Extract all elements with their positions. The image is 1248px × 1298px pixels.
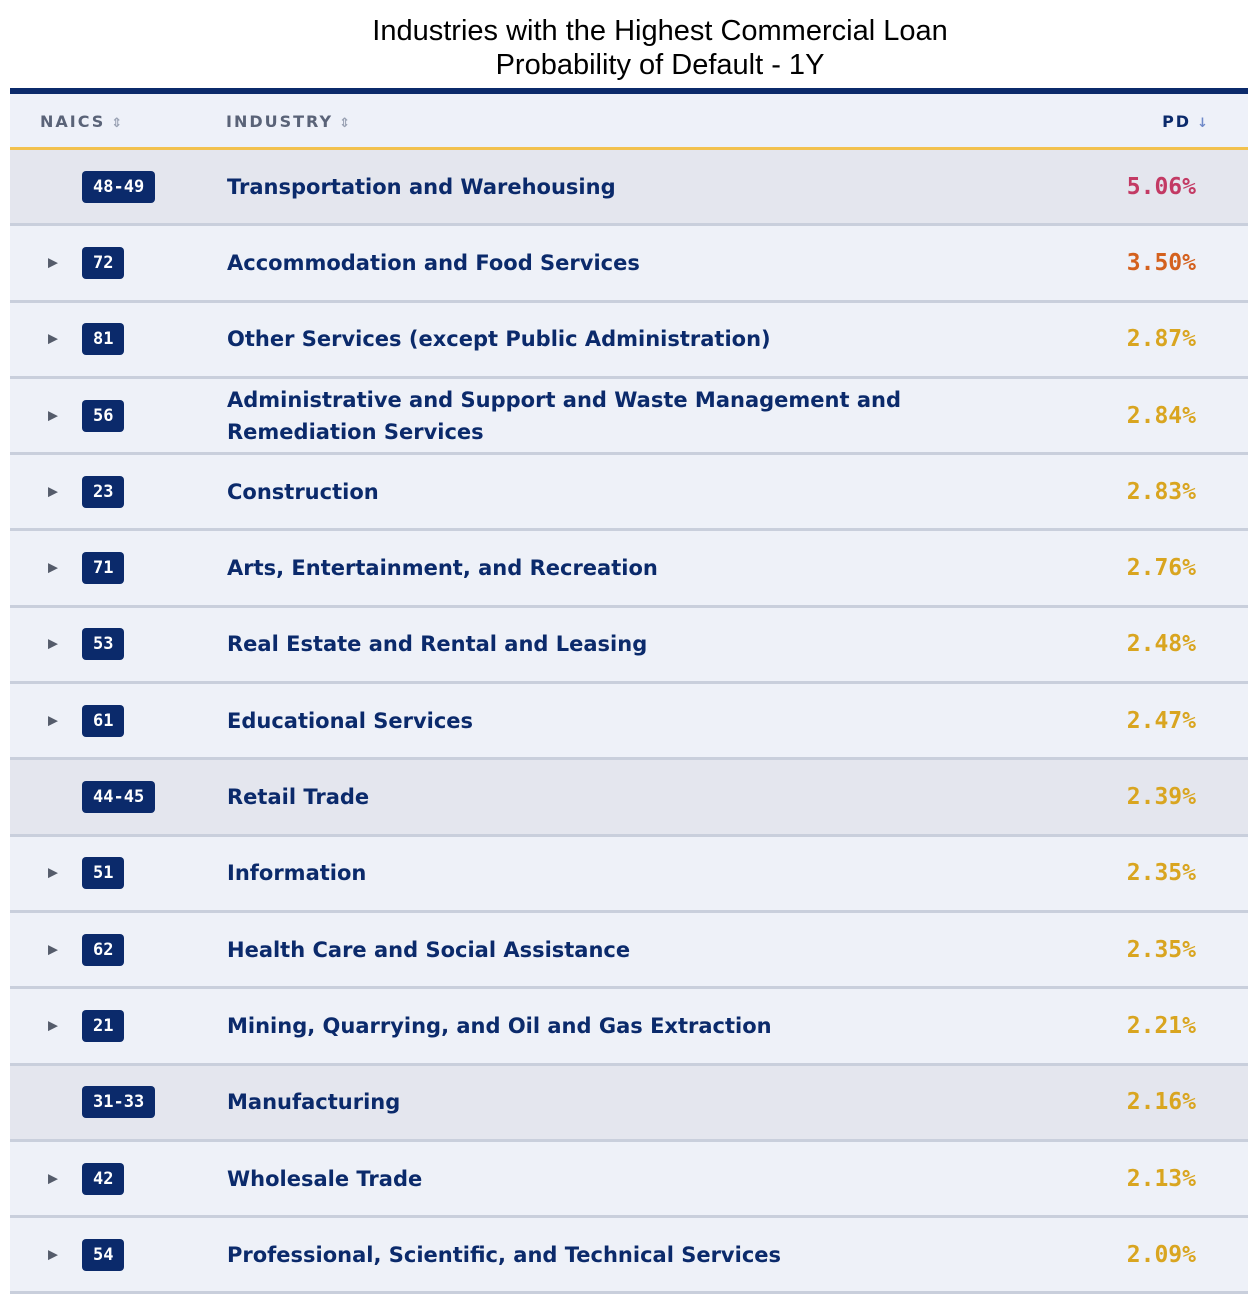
pd-value: 2.48% xyxy=(1126,631,1196,658)
pd-value: 2.35% xyxy=(1126,860,1196,887)
table-row: 31-33 Manufacturing 2.16% xyxy=(10,1065,1248,1142)
table-row[interactable]: ▶ 21 Mining, Quarrying, and Oil and Gas Ex… xyxy=(10,989,1248,1066)
industry-name: Real Estate and Rental and Leasing xyxy=(227,632,648,657)
industry-name: Health Care and Social Assistance xyxy=(227,937,631,962)
column-header-industry-label: INDUSTRY xyxy=(226,112,334,131)
naics-code-badge: 72 xyxy=(82,246,125,279)
expand-caret-icon[interactable]: ▶ xyxy=(48,1247,58,1262)
expand-caret-icon[interactable]: ▶ xyxy=(48,942,58,957)
table-header: NAICS ⇕ INDUSTRY ⇕ PD ↓ xyxy=(10,94,1248,150)
sort-both-icon: ⇕ xyxy=(111,116,123,131)
naics-code-badge: 62 xyxy=(82,933,125,966)
table-row[interactable]: ▶ 81 Other Services (except Public Adminis… xyxy=(10,302,1248,379)
pd-value: 2.87% xyxy=(1126,326,1196,353)
naics-code-badge: 21 xyxy=(82,1009,125,1042)
column-header-industry[interactable]: INDUSTRY ⇕ xyxy=(226,94,350,150)
industry-name: Arts, Entertainment, and Recreation xyxy=(227,556,658,581)
table-body: 48-49 Transportation and Warehousing 5.06%… xyxy=(10,150,1248,1295)
pd-table: NAICS ⇕ INDUSTRY ⇕ PD ↓ 48-49 Transportation… xyxy=(10,88,1248,1295)
sort-descending-icon: ↓ xyxy=(1197,116,1208,131)
naics-code-badge: 31-33 xyxy=(82,1086,156,1119)
pd-value: 3.50% xyxy=(1126,249,1196,276)
pd-value: 2.35% xyxy=(1126,936,1196,963)
industry-name: Administrative and Support and Waste Man… xyxy=(227,387,901,444)
industry-name: Transportation and Warehousing xyxy=(227,174,616,199)
table-row[interactable]: ▶ 42 Wholesale Trade 2.13% xyxy=(10,1141,1248,1219)
pd-value: 2.09% xyxy=(1126,1241,1196,1268)
column-header-pd[interactable]: PD ↓ xyxy=(1162,94,1208,150)
expand-caret-icon[interactable]: ▶ xyxy=(48,332,58,347)
industry-name: Educational Services xyxy=(227,708,474,733)
table-row: 44-45 Retail Trade 2.39% xyxy=(10,760,1248,837)
naics-code-badge: 81 xyxy=(82,323,125,356)
naics-code-badge: 53 xyxy=(82,628,125,661)
table-row[interactable]: ▶ 62 Health Care and Social Assistance 2.35… xyxy=(10,912,1248,990)
naics-code-badge: 42 xyxy=(82,1162,125,1195)
pd-value: 2.84% xyxy=(1126,402,1196,429)
expand-caret-icon[interactable]: ▶ xyxy=(48,484,58,499)
naics-code-badge: 71 xyxy=(82,552,125,585)
pd-value: 2.76% xyxy=(1126,555,1196,582)
table-row[interactable]: ▶ 56 Administrative and Support and Waste … xyxy=(10,378,1248,456)
expand-caret-icon[interactable]: ▶ xyxy=(48,408,58,423)
industry-name: Wholesale Trade xyxy=(227,1166,423,1191)
naics-code-badge: 51 xyxy=(82,857,125,890)
industry-name: Other Services (except Public Administra… xyxy=(227,327,771,352)
expand-caret-icon[interactable]: ▶ xyxy=(48,637,58,652)
industry-name: Accommodation and Food Services xyxy=(227,250,640,275)
pd-value: 2.39% xyxy=(1126,784,1196,811)
naics-code-badge: 23 xyxy=(82,475,125,508)
table-row[interactable]: ▶ 51 Information 2.35% xyxy=(10,836,1248,913)
column-header-naics-label: NAICS xyxy=(40,112,106,131)
table-row[interactable]: ▶ 53 Real Estate and Rental and Leasing 2.4… xyxy=(10,607,1248,685)
column-header-pd-label: PD xyxy=(1162,112,1192,131)
table-row: 48-49 Transportation and Warehousing 5.06% xyxy=(10,150,1248,227)
expand-caret-icon[interactable]: ▶ xyxy=(48,866,58,881)
pd-value: 2.83% xyxy=(1126,478,1196,505)
expand-caret-icon[interactable]: ▶ xyxy=(48,1018,58,1033)
sort-both-icon: ⇕ xyxy=(339,116,350,131)
pd-value: 2.21% xyxy=(1126,1012,1196,1039)
expand-caret-icon[interactable]: ▶ xyxy=(48,713,58,728)
naics-code-badge: 54 xyxy=(82,1238,125,1271)
table-row[interactable]: ▶ 23 Construction 2.83% xyxy=(10,455,1248,532)
industry-name: Professional, Scientific, and Technical … xyxy=(227,1242,782,1267)
industry-name: Manufacturing xyxy=(227,1090,401,1115)
naics-code-badge: 48-49 xyxy=(82,170,156,203)
pd-value: 2.13% xyxy=(1126,1165,1196,1192)
expand-caret-icon[interactable]: ▶ xyxy=(48,255,58,270)
pd-value: 2.47% xyxy=(1126,707,1196,734)
table-row[interactable]: ▶ 61 Educational Services 2.47% xyxy=(10,684,1248,761)
title-line-1: Industries with the Highest Commercial L… xyxy=(372,15,948,47)
naics-code-badge: 56 xyxy=(82,399,125,432)
column-header-naics[interactable]: NAICS ⇕ xyxy=(40,94,122,150)
industry-name: Construction xyxy=(227,479,379,504)
expand-caret-icon[interactable]: ▶ xyxy=(48,1171,58,1186)
table-row[interactable]: ▶ 72 Accommodation and Food Services 3.50% xyxy=(10,226,1248,303)
pd-value: 5.06% xyxy=(1126,173,1196,200)
chart-title: Industries with the Highest Commercial L… xyxy=(0,14,1248,82)
naics-code-badge: 61 xyxy=(82,704,125,737)
table-row[interactable]: ▶ 71 Arts, Entertainment, and Recreation 2.… xyxy=(10,531,1248,608)
table-row[interactable]: ▶ 54 Professional, Scientific, and Technic… xyxy=(10,1218,1248,1295)
title-line-2: Probability of Default - 1Y xyxy=(495,49,825,81)
naics-code-badge: 44-45 xyxy=(82,781,156,814)
industry-name: Mining, Quarrying, and Oil and Gas Extra… xyxy=(227,1013,772,1038)
industry-name: Information xyxy=(227,861,367,886)
expand-caret-icon[interactable]: ▶ xyxy=(48,561,58,576)
industry-name: Retail Trade xyxy=(227,785,370,810)
pd-value: 2.16% xyxy=(1126,1089,1196,1116)
